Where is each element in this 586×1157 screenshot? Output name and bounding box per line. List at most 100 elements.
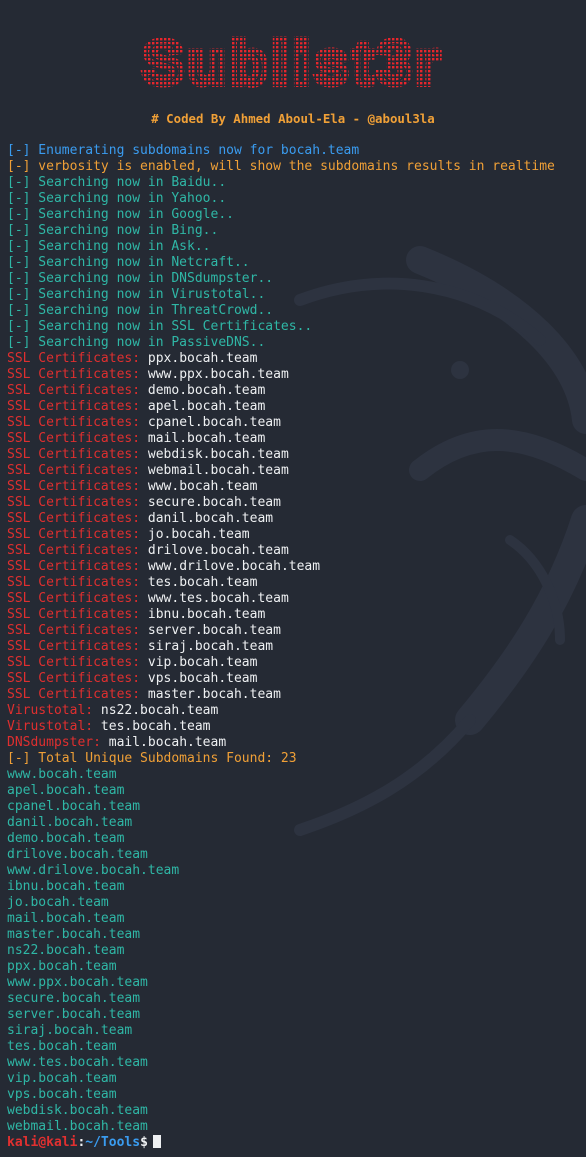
result-row: SSL Certificates: server.bocah.team [7, 623, 586, 639]
terminal-window[interactable]: Sublist3r # Coded By Ahmed Aboul-Ela - @… [0, 0, 586, 1157]
result-host: server.bocah.team [147, 623, 281, 638]
search-engine-list: [-] Searching now in Baidu.. [-] Searchin… [7, 175, 586, 351]
subdomain-item: apel.bocah.team [7, 783, 125, 798]
result-host: danil.bocah.team [147, 511, 274, 526]
result-host: cpanel.bocah.team [147, 415, 281, 430]
total-message: [-] Total Unique Subdomains Found: 23 [7, 751, 297, 766]
subdomain-item: ns22.bocah.team [7, 943, 125, 958]
result-row: SSL Certificates: ibnu.bocah.team [7, 607, 586, 623]
subdomain-item: drilove.bocah.team [7, 847, 148, 862]
result-engine: SSL Certificates: [7, 447, 141, 462]
result-engine: SSL Certificates: [7, 607, 141, 622]
result-host: www.tes.bocah.team [147, 591, 289, 606]
result-engine: SSL Certificates: [7, 399, 141, 414]
subdomain-item: cpanel.bocah.team [7, 799, 141, 814]
result-row: SSL Certificates: siraj.bocah.team [7, 639, 586, 655]
subdomain-item: webdisk.bocah.team [7, 1103, 148, 1118]
result-row: SSL Certificates: danil.bocah.team [7, 511, 586, 527]
result-row: SSL Certificates: vip.bocah.team [7, 655, 586, 671]
result-host: demo.bocah.team [147, 383, 266, 398]
sublist3r-banner-logo: Sublist3r [139, 26, 442, 101]
result-host: ibnu.bocah.team [147, 607, 266, 622]
result-engine: SSL Certificates: [7, 463, 141, 478]
result-engine: DNSdumpster: [7, 735, 101, 750]
search-line: [-] Searching now in Baidu.. [7, 175, 227, 190]
result-host: vip.bocah.team [147, 655, 258, 670]
result-row: SSL Certificates: demo.bocah.team [7, 383, 586, 399]
result-engine: Virustotal: [7, 719, 94, 734]
subdomain-item: siraj.bocah.team [7, 1023, 133, 1038]
enumerating-message: [-] Enumerating subdomains now for bocah… [7, 143, 360, 158]
result-engine: SSL Certificates: [7, 655, 141, 670]
result-row: SSL Certificates: drilove.bocah.team [7, 543, 586, 559]
subdomain-item: www.tes.bocah.team [7, 1055, 148, 1070]
result-host: tes.bocah.team [147, 575, 258, 590]
search-line: [-] Searching now in Virustotal.. [7, 287, 266, 302]
result-host: siraj.bocah.team [147, 639, 274, 654]
result-row: SSL Certificates: webdisk.bocah.team [7, 447, 586, 463]
result-engine: SSL Certificates: [7, 623, 141, 638]
result-engine: SSL Certificates: [7, 351, 141, 366]
realtime-results-list: SSL Certificates: ppx.bocah.team SSL Cert… [7, 351, 586, 751]
search-line: [-] Searching now in Netcraft.. [7, 255, 250, 270]
result-row: SSL Certificates: www.drilove.bocah.team [7, 559, 586, 575]
result-row: SSL Certificates: apel.bocah.team [7, 399, 586, 415]
subdomain-item: demo.bocah.team [7, 831, 125, 846]
result-engine: SSL Certificates: [7, 415, 141, 430]
result-row: SSL Certificates: mail.bocah.team [7, 431, 586, 447]
prompt-symbol: $ [140, 1135, 148, 1150]
result-host: mail.bocah.team [108, 735, 227, 750]
subdomain-item: tes.bocah.team [7, 1039, 117, 1054]
result-engine: SSL Certificates: [7, 559, 141, 574]
result-row: SSL Certificates: www.ppx.bocah.team [7, 367, 586, 383]
result-row: SSL Certificates: secure.bocah.team [7, 495, 586, 511]
subdomain-item: secure.bocah.team [7, 991, 141, 1006]
banner-credit: # Coded By Ahmed Aboul-Ela - @aboul3la [151, 111, 435, 126]
search-line: [-] Searching now in PassiveDNS.. [7, 335, 266, 350]
subdomain-item: www.bocah.team [7, 767, 117, 782]
result-host: apel.bocah.team [147, 399, 266, 414]
result-engine: SSL Certificates: [7, 495, 141, 510]
terminal-output: [-] Enumerating subdomains now for bocah… [7, 143, 586, 1151]
result-host: www.bocah.team [147, 479, 258, 494]
subdomain-item: vip.bocah.team [7, 1071, 117, 1086]
result-host: www.drilove.bocah.team [147, 559, 321, 574]
result-host: www.ppx.bocah.team [147, 367, 289, 382]
result-row: SSL Certificates: webmail.bocah.team [7, 463, 586, 479]
result-engine: SSL Certificates: [7, 367, 141, 382]
subdomain-item: mail.bocah.team [7, 911, 125, 926]
result-engine: SSL Certificates: [7, 431, 141, 446]
result-row: DNSdumpster: mail.bocah.team [7, 735, 586, 751]
subdomain-item: webmail.bocah.team [7, 1119, 148, 1134]
result-engine: Virustotal: [7, 703, 94, 718]
shell-prompt[interactable]: kali@kali:~/Tools$ [7, 1135, 586, 1151]
result-row: SSL Certificates: www.bocah.team [7, 479, 586, 495]
result-host: mail.bocah.team [147, 431, 266, 446]
result-row: Virustotal: ns22.bocah.team [7, 703, 586, 719]
result-host: master.bocah.team [147, 687, 281, 702]
search-line: [-] Searching now in ThreatCrowd.. [7, 303, 274, 318]
result-host: drilove.bocah.team [147, 543, 289, 558]
subdomain-item: www.ppx.bocah.team [7, 975, 148, 990]
result-host: vps.bocah.team [147, 671, 258, 686]
text-cursor[interactable] [152, 1135, 161, 1148]
result-row: SSL Certificates: cpanel.bocah.team [7, 415, 586, 431]
result-engine: SSL Certificates: [7, 383, 141, 398]
subdomain-item: master.bocah.team [7, 927, 141, 942]
result-engine: SSL Certificates: [7, 639, 141, 654]
prompt-user: kali@kali [7, 1135, 78, 1150]
search-line: [-] Searching now in Ask.. [7, 239, 211, 254]
result-engine: SSL Certificates: [7, 671, 141, 686]
search-line: [-] Searching now in Bing.. [7, 223, 219, 238]
result-row: Virustotal: tes.bocah.team [7, 719, 586, 735]
prompt-path: ~/Tools [85, 1135, 141, 1150]
subdomain-item: jo.bocah.team [7, 895, 109, 910]
subdomain-item: www.drilove.bocah.team [7, 863, 180, 878]
result-row: SSL Certificates: jo.bocah.team [7, 527, 586, 543]
search-line: [-] Searching now in Yahoo.. [7, 191, 227, 206]
result-engine: SSL Certificates: [7, 511, 141, 526]
subdomain-item: server.bocah.team [7, 1007, 141, 1022]
search-line: [-] Searching now in DNSdumpster.. [7, 271, 274, 286]
result-row: SSL Certificates: master.bocah.team [7, 687, 586, 703]
result-host: ppx.bocah.team [147, 351, 258, 366]
